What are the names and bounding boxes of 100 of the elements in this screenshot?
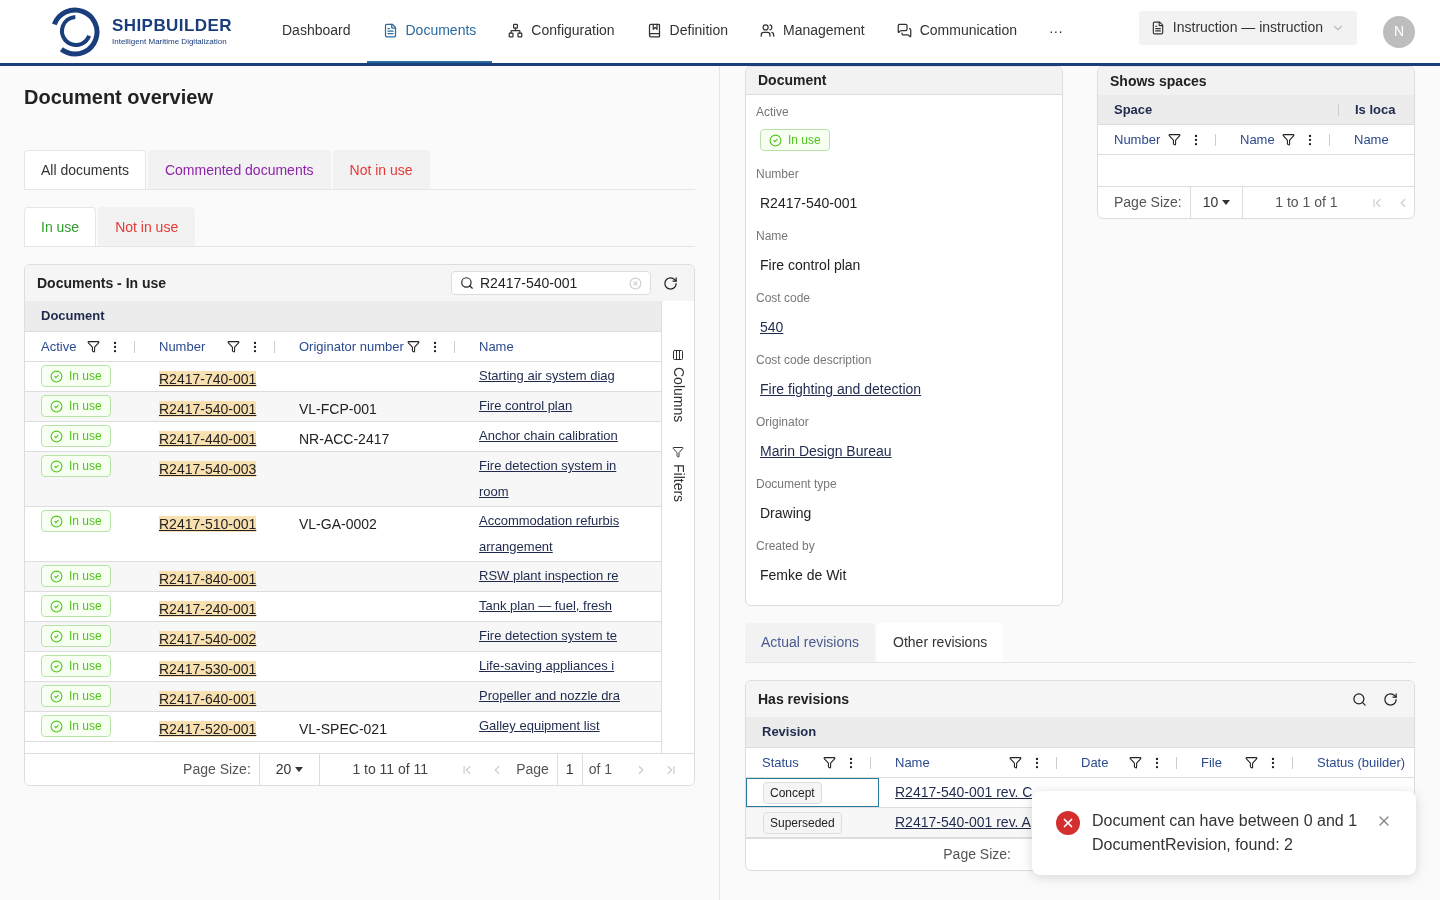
check-circle-icon: [50, 599, 63, 613]
nav-item[interactable]: Communication: [880, 0, 1033, 63]
field-value: Fire control plan: [760, 257, 861, 273]
name-link[interactable]: Fire detection system te: [479, 627, 643, 645]
name-link[interactable]: Starting air system diag: [479, 367, 643, 385]
column-header[interactable]: Name: [1354, 129, 1389, 150]
check-circle-icon: [50, 369, 63, 383]
side-panel-button[interactable]: Columns: [667, 349, 689, 423]
filter-icon[interactable]: [227, 340, 240, 353]
status-badge: In use: [41, 655, 111, 677]
search-icon[interactable]: [1352, 691, 1367, 707]
column-group-header: Is loca: [1354, 100, 1396, 119]
name-link[interactable]: Life-saving appliances i: [479, 657, 643, 675]
filter-icon[interactable]: [1245, 756, 1258, 769]
column-header[interactable]: Active: [41, 336, 77, 357]
number-link[interactable]: R2417-520-001: [159, 721, 257, 737]
column-header[interactable]: Date: [1081, 752, 1109, 773]
tab[interactable]: In use: [24, 207, 97, 246]
field-label: Cost code: [756, 290, 812, 307]
field-link[interactable]: Fire fighting and detection: [760, 381, 922, 397]
column-header[interactable]: Name: [479, 336, 514, 357]
number-link[interactable]: R2417-540-003: [159, 461, 257, 477]
page-size-select[interactable]: 10: [1189, 187, 1244, 218]
card-title: Document: [758, 71, 827, 90]
revision-link[interactable]: R2417-540-001 rev. C: [895, 782, 1033, 803]
number-link[interactable]: R2417-240-001: [159, 601, 257, 617]
name-link[interactable]: Anchor chain calibration: [479, 427, 643, 445]
side-panel-button[interactable]: Filters: [667, 446, 689, 503]
name-link[interactable]: arrangement: [479, 538, 643, 556]
field-value: Femke de Wit: [760, 567, 847, 583]
name-link[interactable]: Propeller and nozzle dra: [479, 687, 643, 705]
error-icon: [1056, 811, 1080, 835]
number-link[interactable]: R2417-540-001: [159, 401, 257, 417]
check-circle-icon: [50, 459, 63, 473]
field-link[interactable]: Marin Design Bureau: [760, 443, 892, 459]
filter-icon[interactable]: [1009, 756, 1022, 769]
check-circle-icon: [50, 569, 63, 583]
number-link[interactable]: R2417-440-001: [159, 431, 257, 447]
name-link[interactable]: Accommodation refurbis: [479, 512, 643, 530]
brand-name: SHIPBUILDER: [112, 15, 232, 36]
name-link[interactable]: RSW plant inspection re: [479, 567, 643, 585]
page-field[interactable]: 1: [556, 754, 583, 785]
nav-item[interactable]: Definition: [630, 0, 744, 63]
column-header[interactable]: Name: [895, 752, 930, 773]
brand-tagline: Intelligent Maritime Digitalization: [112, 35, 228, 48]
status-badge: In use: [41, 685, 111, 707]
nav-item[interactable]: Documents: [366, 0, 493, 63]
filter-icon[interactable]: [1282, 133, 1295, 146]
field-label: Cost code description: [756, 352, 873, 369]
context-select[interactable]: Instruction — instruction: [1138, 10, 1357, 45]
name-link[interactable]: Fire control plan: [479, 397, 643, 415]
name-link[interactable]: room: [479, 483, 643, 501]
filter-icon: [672, 446, 684, 459]
filter-icon[interactable]: [87, 340, 100, 353]
column-header[interactable]: File: [1201, 752, 1222, 773]
column-header[interactable]: Number: [159, 336, 206, 357]
check-circle-icon: [50, 514, 63, 528]
nav-item[interactable]: Management: [743, 0, 881, 63]
refresh-icon[interactable]: [663, 275, 678, 291]
column-header[interactable]: Originator number: [299, 336, 404, 357]
filter-icon[interactable]: [407, 340, 420, 353]
nav-item[interactable]: Configuration: [492, 0, 631, 63]
refresh-icon[interactable]: [1383, 691, 1398, 707]
number-link[interactable]: R2417-740-001: [159, 371, 257, 387]
field-label: Name: [756, 228, 789, 245]
revision-link[interactable]: R2417-540-001 rev. A: [895, 812, 1031, 833]
name-link[interactable]: Galley equipment list: [479, 717, 643, 735]
column-header[interactable]: Status: [762, 752, 799, 773]
number-link[interactable]: R2417-540-002: [159, 631, 257, 647]
status-badge: In use: [41, 625, 111, 647]
nav-item[interactable]: Dashboard: [266, 0, 367, 63]
number-link[interactable]: R2417-840-001: [159, 571, 257, 587]
tab[interactable]: Commented documents: [147, 150, 331, 189]
tab[interactable]: Actual revisions: [745, 623, 876, 662]
name-link[interactable]: Tank plan — fuel, fresh: [479, 597, 643, 615]
tab[interactable]: Other revisions: [877, 623, 1004, 662]
column-header[interactable]: Name: [1240, 129, 1275, 150]
field-label: Originator: [756, 414, 810, 431]
tab[interactable]: All documents: [24, 150, 146, 189]
columns-icon: [672, 349, 684, 361]
number-link[interactable]: R2417-530-001: [159, 661, 257, 677]
column-header[interactable]: Number: [1114, 129, 1161, 150]
number-link[interactable]: R2417-510-001: [159, 516, 257, 532]
field-link[interactable]: 540: [760, 319, 784, 335]
page-size-select[interactable]: 20: [258, 754, 321, 785]
filter-icon[interactable]: [1129, 756, 1142, 769]
tab[interactable]: Not in use: [332, 150, 430, 189]
name-link[interactable]: Fire detection system in: [479, 457, 643, 475]
check-circle-icon: [50, 659, 63, 673]
number-link[interactable]: R2417-640-001: [159, 691, 257, 707]
document-icon: [1150, 20, 1165, 35]
column-header[interactable]: Status (builder): [1317, 752, 1406, 773]
filter-icon[interactable]: [1168, 133, 1181, 146]
more-button[interactable]: ···: [1032, 0, 1079, 63]
search-field[interactable]: R2417-540-001: [451, 271, 651, 295]
field-label: Active: [756, 104, 790, 121]
nav-icon: [508, 23, 524, 38]
tab[interactable]: Not in use: [98, 207, 196, 246]
filter-icon[interactable]: [823, 756, 836, 769]
column-group-header: Document: [41, 307, 105, 326]
